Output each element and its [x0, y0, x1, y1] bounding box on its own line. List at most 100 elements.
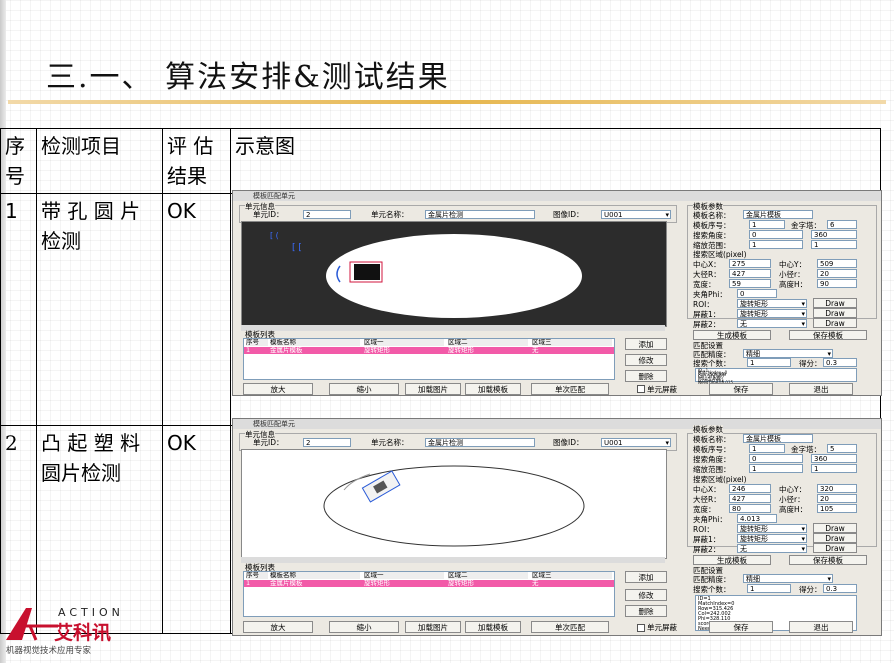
height-field[interactable]: 90 [817, 279, 857, 288]
mask1-select[interactable]: 旋转矩形 [737, 309, 807, 318]
single-match-button[interactable]: 单次匹配 [531, 621, 609, 633]
mask1-draw-button[interactable]: Draw [813, 308, 857, 318]
zoom-in-button[interactable]: 放大 [243, 383, 313, 395]
rmax-field[interactable]: 427 [729, 269, 771, 278]
template-list[interactable]: 序号 模板名称 区域一 区域二 区域三 1 金属片模板 旋转矩形 旋转矩形 无 [243, 338, 615, 380]
delete-button[interactable]: 删除 [625, 605, 667, 617]
search-region-label: 搜索区域(pixel) [693, 475, 747, 484]
save-button[interactable]: 保存 [709, 383, 773, 395]
height-field[interactable]: 105 [817, 504, 857, 513]
window-title: 模板匹配单元 [233, 191, 881, 201]
rmax-field[interactable]: 427 [729, 494, 771, 503]
list-item[interactable]: 1 金属片模板 旋转矩形 旋转矩形 无 [244, 580, 614, 587]
cx-field[interactable]: 246 [729, 484, 771, 493]
phi-label: 夹角Phi： [693, 515, 727, 524]
template-name-field[interactable]: 金属片模板 [743, 210, 813, 219]
cy-label: 中心Y： [779, 260, 807, 269]
load-template-button[interactable]: 加载模板 [465, 383, 521, 395]
mask2-select[interactable]: 无 [737, 319, 807, 328]
canvas-scrollbar[interactable] [241, 325, 665, 331]
pyramid-field[interactable]: 6 [827, 220, 857, 229]
template-match-window-2: 模板匹配单元 单元信息 单元ID： 2 单元名称： 金属片检测 图像ID： U0… [232, 418, 882, 636]
scale-from-field[interactable]: 1 [749, 240, 803, 249]
pyramid-field[interactable]: 5 [827, 444, 857, 453]
template-match-window-1: 模板匹配单元 单元信息 单元ID： 2 单元名称： 金属片检测 图像ID： U0… [232, 190, 882, 396]
image-id-select[interactable]: U001 [601, 438, 671, 447]
unit-name-field[interactable]: 金属片检测 [425, 210, 535, 219]
cx-field[interactable]: 275 [729, 259, 771, 268]
scale-to-field[interactable]: 1 [811, 240, 857, 249]
modify-button[interactable]: 修改 [625, 354, 667, 366]
angle-to-field[interactable]: 360 [811, 454, 857, 463]
load-image-button[interactable]: 加载图片 [405, 621, 461, 633]
mask2-draw-button[interactable]: Draw [813, 318, 857, 328]
width-field[interactable]: 80 [729, 504, 771, 513]
template-no-field[interactable]: 1 [749, 220, 785, 229]
unit-mask-checkbox[interactable] [637, 624, 645, 632]
mask2-label: 屏蔽2： [693, 320, 721, 329]
phi-field[interactable]: 4.013 [737, 514, 777, 523]
mask1-select[interactable]: 旋转矩形 [737, 534, 807, 543]
width-field[interactable]: 59 [729, 279, 771, 288]
angle-to-field[interactable]: 360 [811, 230, 857, 239]
image-canvas[interactable]: [ ( [ [ [241, 221, 667, 327]
match-precision-select[interactable]: 精细 [743, 574, 833, 583]
unit-id-field[interactable]: 2 [303, 438, 351, 447]
save-button[interactable]: 保存 [709, 621, 773, 633]
save-template-button[interactable]: 保存模板 [789, 330, 867, 340]
add-button[interactable]: 添加 [625, 571, 667, 583]
unit-id-field[interactable]: 2 [303, 210, 351, 219]
scale-to-field[interactable]: 1 [811, 464, 857, 473]
cy-field[interactable]: 320 [817, 484, 857, 493]
unit-name-field[interactable]: 金属片检测 [425, 438, 535, 447]
mask2-label: 屏蔽2： [693, 545, 721, 554]
canvas-scrollbar[interactable] [241, 557, 665, 563]
phi-field[interactable]: 0 [737, 289, 777, 298]
cy-field[interactable]: 509 [817, 259, 857, 268]
scale-from-field[interactable]: 1 [749, 464, 803, 473]
mask2-select[interactable]: 无 [737, 544, 807, 553]
score-field[interactable]: 0.3 [823, 584, 857, 593]
delete-button[interactable]: 删除 [625, 370, 667, 382]
load-image-button[interactable]: 加载图片 [405, 383, 461, 395]
add-button[interactable]: 添加 [625, 338, 667, 350]
window-title: 模板匹配单元 [233, 419, 881, 429]
rmin-field[interactable]: 20 [817, 494, 857, 503]
angle-from-field[interactable]: 0 [749, 454, 803, 463]
roi-draw-button[interactable]: Draw [813, 298, 857, 308]
header-diagram: 示意图 [230, 128, 881, 194]
generate-template-button[interactable]: 生成模板 [693, 330, 771, 340]
template-no-field[interactable]: 1 [749, 444, 785, 453]
search-count-field[interactable]: 1 [747, 584, 791, 593]
image-canvas[interactable] [241, 449, 667, 559]
rmin-field[interactable]: 20 [817, 269, 857, 278]
search-count-field[interactable]: 1 [747, 358, 791, 367]
mask1-draw-button[interactable]: Draw [813, 533, 857, 543]
single-match-button[interactable]: 单次匹配 [531, 383, 609, 395]
unit-mask-checkbox[interactable] [637, 385, 645, 393]
template-name-field[interactable]: 金属片模板 [743, 434, 813, 443]
roi-select[interactable]: 旋转矩形 [737, 299, 807, 308]
zoom-out-button[interactable]: 缩小 [329, 621, 399, 633]
mask1-label: 屏蔽1： [693, 535, 721, 544]
scale-label: 缩放范围： [693, 241, 731, 250]
score-field[interactable]: 0.3 [823, 358, 857, 367]
generate-template-button[interactable]: 生成模板 [693, 555, 771, 565]
modify-button[interactable]: 修改 [625, 589, 667, 601]
match-precision-select[interactable]: 精细 [743, 349, 833, 358]
mask2-draw-button[interactable]: Draw [813, 543, 857, 553]
save-template-button[interactable]: 保存模板 [789, 555, 867, 565]
header-item: 检测项目 [36, 128, 163, 194]
zoom-in-button[interactable]: 放大 [243, 621, 313, 633]
zoom-out-button[interactable]: 缩小 [329, 383, 399, 395]
roi-select[interactable]: 旋转矩形 [737, 524, 807, 533]
angle-from-field[interactable]: 0 [749, 230, 803, 239]
exit-button[interactable]: 退出 [789, 383, 853, 395]
exit-button[interactable]: 退出 [789, 621, 853, 633]
height-label: 高度H： [779, 280, 808, 289]
list-item[interactable]: 1 金属片模板 旋转矩形 旋转矩形 无 [244, 347, 614, 354]
load-template-button[interactable]: 加载模板 [465, 621, 521, 633]
image-id-select[interactable]: U001 [601, 210, 671, 219]
roi-draw-button[interactable]: Draw [813, 523, 857, 533]
template-list[interactable]: 序号 模板名称 区域一 区域二 区域三 1 金属片模板 旋转矩形 旋转矩形 无 [243, 571, 615, 617]
